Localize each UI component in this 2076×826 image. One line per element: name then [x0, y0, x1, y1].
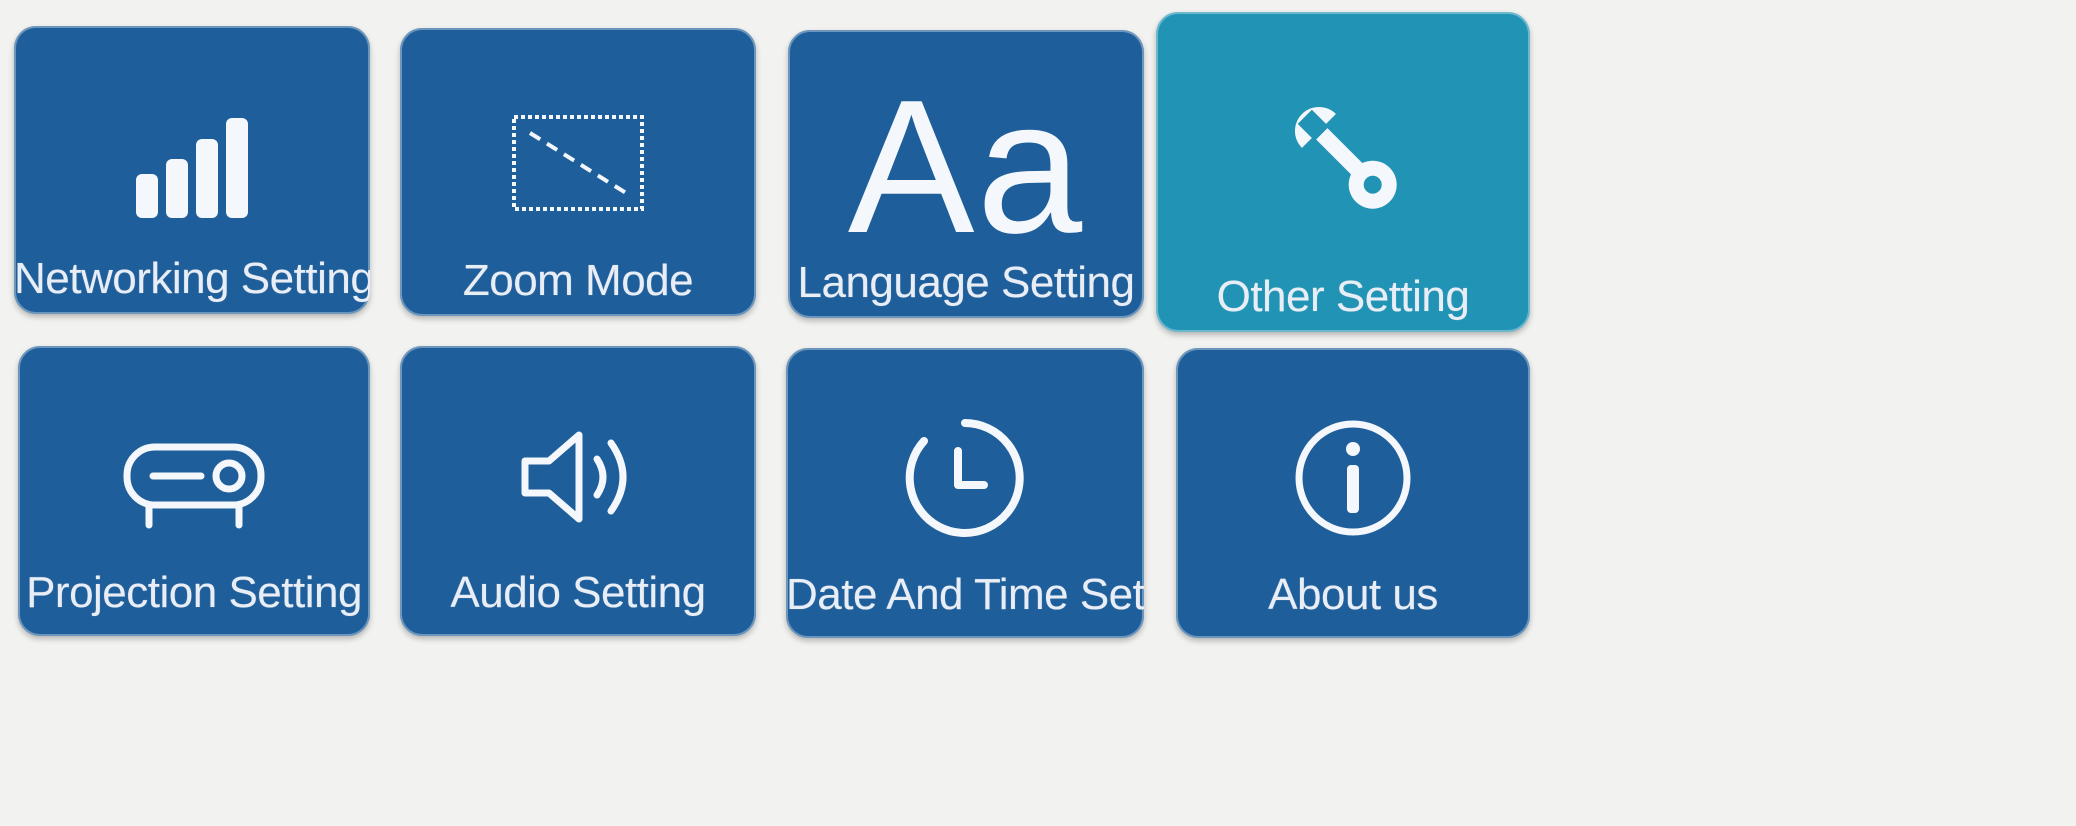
- tile-label: Projection Setting: [26, 568, 362, 617]
- other-setting-tile[interactable]: Other Setting: [1156, 12, 1530, 332]
- date-time-setting-tile[interactable]: Date And Time Setting: [786, 348, 1144, 638]
- signal-bars-icon: [14, 114, 370, 224]
- speaker-icon: [400, 412, 756, 542]
- clock-icon: [786, 408, 1144, 548]
- tile-label: Audio Setting: [450, 568, 706, 617]
- projector-icon: [18, 428, 370, 538]
- audio-setting-tile[interactable]: Audio Setting: [400, 346, 756, 636]
- tile-label: Networking Setting: [14, 254, 370, 303]
- networking-setting-tile[interactable]: Networking Setting: [14, 26, 370, 314]
- tile-label: Zoom Mode: [462, 256, 694, 305]
- projection-setting-tile[interactable]: Projection Setting: [18, 346, 370, 636]
- about-us-tile[interactable]: About us: [1176, 348, 1530, 638]
- zoom-mode-tile[interactable]: Zoom Mode: [400, 28, 756, 316]
- zoom-frame-icon: [400, 98, 756, 228]
- language-setting-tile[interactable]: Aa Language Setting: [788, 30, 1144, 318]
- tile-label: About us: [1268, 570, 1438, 619]
- aa-icon: Aa: [847, 61, 1085, 273]
- wrench-icon: [1156, 80, 1530, 230]
- tile-label: Other Setting: [1216, 272, 1470, 321]
- info-icon: [1176, 408, 1530, 548]
- tile-label: Date And Time Setting: [786, 570, 1144, 619]
- tile-label: Language Setting: [797, 258, 1135, 307]
